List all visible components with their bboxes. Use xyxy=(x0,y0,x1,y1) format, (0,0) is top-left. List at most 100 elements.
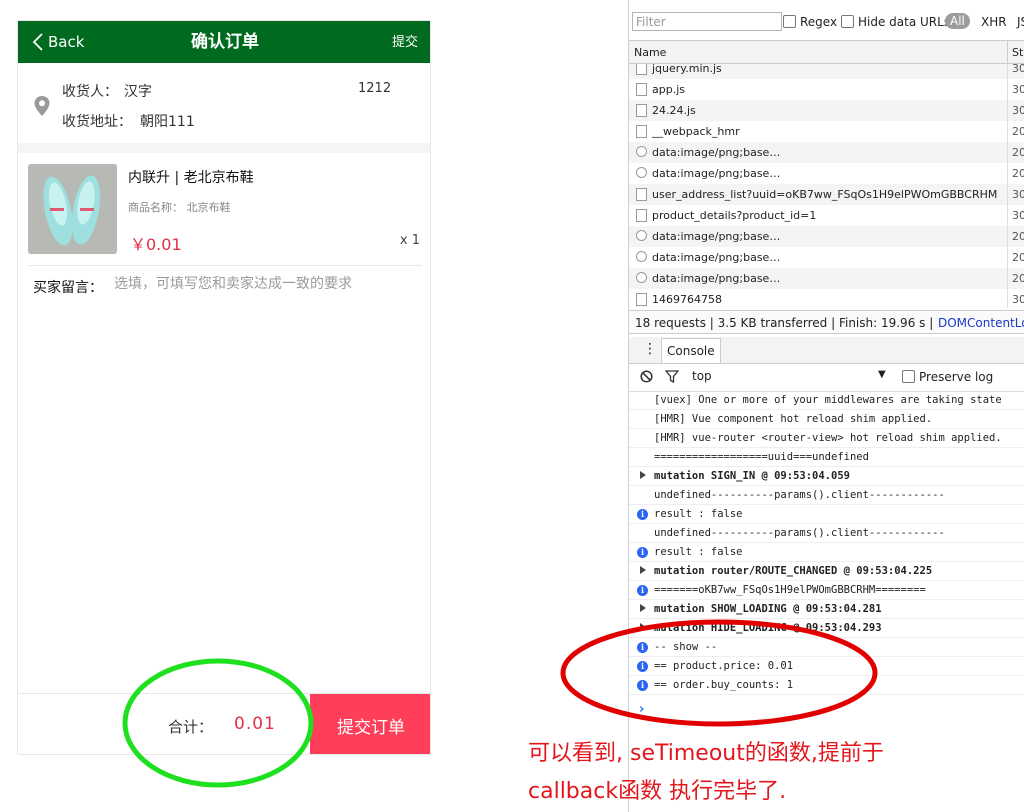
console-group-row[interactable]: mutation SIGN_IN @ 09:53:04.059 xyxy=(629,468,1024,486)
request-name: data:image/png;base… xyxy=(652,251,781,264)
document-file-icon xyxy=(636,125,647,138)
filter-all-button[interactable]: All xyxy=(945,13,970,29)
address-value: 朝阳111 xyxy=(140,114,195,130)
request-status: 30 xyxy=(1012,64,1024,75)
address-label: 收货地址： xyxy=(62,114,132,130)
console-message-text: [HMR] Vue component hot reload shim appl… xyxy=(654,413,933,425)
network-request-row[interactable]: jquery.min.js 30 xyxy=(629,64,1024,79)
checkbox-box[interactable] xyxy=(841,15,854,28)
buyer-message-input[interactable] xyxy=(112,275,416,293)
network-filter-input[interactable] xyxy=(632,12,782,31)
request-name: jquery.min.js xyxy=(652,64,722,75)
column-divider xyxy=(1007,41,1008,63)
request-name: __webpack_hmr xyxy=(652,125,740,138)
console-message-text: [HMR] vue-router <router-view> hot reloa… xyxy=(654,432,1002,444)
checkbox-box[interactable] xyxy=(783,15,796,28)
document-file-icon xyxy=(636,104,647,117)
annotation-line-2: callback函数 执行完毕了. xyxy=(528,779,787,804)
document-file-icon xyxy=(636,83,647,96)
network-request-row[interactable]: user_address_list?uuid=oKB7ww_FSqOs1H9el… xyxy=(629,184,1024,205)
request-name: app.js xyxy=(652,83,685,96)
console-log-row: ==================uuid===undefined xyxy=(629,449,1024,467)
app-header: Back 确认订单 提交 xyxy=(18,21,430,63)
document-file-icon xyxy=(636,293,647,306)
console-group-row[interactable]: mutation router/ROUTE_CHANGED @ 09:53:04… xyxy=(629,563,1024,581)
info-icon: i xyxy=(637,509,648,520)
network-request-row[interactable]: data:image/png;base… 20 xyxy=(629,247,1024,268)
column-divider xyxy=(1007,205,1008,226)
checkbox-box[interactable] xyxy=(902,370,915,383)
request-name: product_details?product_id=1 xyxy=(652,209,817,222)
expand-triangle-icon[interactable] xyxy=(640,471,646,479)
filter-js-button[interactable]: JS xyxy=(1017,15,1024,29)
tab-console[interactable]: Console xyxy=(661,338,721,363)
console-message-text: mutation SIGN_IN @ 09:53:04.059 xyxy=(654,470,850,482)
console-log-row: [HMR] Vue component hot reload shim appl… xyxy=(629,411,1024,429)
context-selector[interactable]: top xyxy=(692,369,712,383)
column-divider xyxy=(1007,100,1008,121)
column-divider xyxy=(1007,142,1008,163)
shipping-address-card[interactable] xyxy=(18,63,430,144)
product-price: ￥0.01 xyxy=(130,235,182,254)
product-image xyxy=(28,164,117,254)
filter-xhr-button[interactable]: XHR xyxy=(981,15,1007,29)
network-request-row[interactable]: app.js 30 xyxy=(629,79,1024,100)
caret-down-icon[interactable]: ▼ xyxy=(878,369,886,380)
network-request-row[interactable]: data:image/png;base… 20 xyxy=(629,226,1024,247)
network-request-row[interactable]: product_details?product_id=1 30 xyxy=(629,205,1024,226)
dom-content-loaded: DOMContentLo xyxy=(938,316,1024,330)
request-status: 30 xyxy=(1012,293,1024,306)
page-title: 确认订单 xyxy=(191,32,259,52)
network-request-row[interactable]: data:image/png;base… 20 xyxy=(629,142,1024,163)
regex-checkbox[interactable]: Regex xyxy=(783,15,837,29)
request-name: 24.24.js xyxy=(652,104,696,117)
console-message-text: [vuex] One or more of your middlewares a… xyxy=(654,394,1002,406)
network-toolbar: Regex Hide data URLs All XHR JS xyxy=(629,8,1024,36)
console-log-row: i =======oKB7ww_FSqOs1H9elPWOmGBBCRHM====… xyxy=(629,582,1024,600)
submit-order-button[interactable]: 提交订单 xyxy=(310,694,430,754)
console-message-text: ==================uuid===undefined xyxy=(654,451,869,463)
request-status: 20 xyxy=(1012,125,1024,138)
console-toolbar: top ▼ Preserve log xyxy=(629,363,1024,392)
preserve-log-checkbox[interactable]: Preserve log xyxy=(902,370,993,384)
network-request-row[interactable]: data:image/png;base… 20 xyxy=(629,163,1024,184)
product-title: 内联升 | 老北京布鞋 xyxy=(128,170,254,186)
expand-triangle-icon[interactable] xyxy=(640,566,646,574)
clear-console-icon[interactable] xyxy=(640,370,653,383)
request-name: user_address_list?uuid=oKB7ww_FSqOs1H9el… xyxy=(652,188,998,201)
request-name: data:image/png;base… xyxy=(652,272,781,285)
network-request-row[interactable]: 1469764758 30 xyxy=(629,289,1024,308)
network-request-row[interactable]: __webpack_hmr 20 xyxy=(629,121,1024,142)
column-divider xyxy=(1007,184,1008,205)
hide-data-urls-label: Hide data URLs xyxy=(858,15,951,29)
console-message-text: result : false xyxy=(654,508,743,520)
shoes-image xyxy=(28,164,117,254)
request-name: data:image/png;base… xyxy=(652,167,781,180)
network-request-row[interactable]: 24.24.js 30 xyxy=(629,100,1024,121)
console-message-text: undefined----------params().client------… xyxy=(654,489,945,501)
status-column-header[interactable]: Sta xyxy=(1012,46,1024,59)
buyer-message-label: 买家留言： xyxy=(33,280,103,296)
filter-icon[interactable] xyxy=(665,370,679,383)
hide-data-urls-checkbox[interactable]: Hide data URLs xyxy=(841,15,950,29)
column-divider xyxy=(1007,121,1008,142)
request-status: 30 xyxy=(1012,104,1024,117)
network-table-header: Name Sta xyxy=(629,40,1024,64)
info-icon: i xyxy=(637,547,648,558)
annotation-note: 可以看到, seTimeout的函数,提前于 callback函数 执行完毕了. xyxy=(528,735,1008,811)
document-file-icon xyxy=(636,209,647,222)
console-log-row: undefined----------params().client------… xyxy=(629,525,1024,543)
console-message-text: mutation SHOW_LOADING @ 09:53:04.281 xyxy=(654,603,882,615)
more-options-icon[interactable]: ⋮ xyxy=(643,342,657,356)
column-divider xyxy=(1007,268,1008,289)
expand-triangle-icon[interactable] xyxy=(640,604,646,612)
column-divider xyxy=(1007,226,1008,247)
network-request-row[interactable]: data:image/png;base… 20 xyxy=(629,268,1024,289)
name-column-header[interactable]: Name xyxy=(634,46,666,59)
header-submit-button[interactable]: 提交 xyxy=(392,21,418,63)
annotation-line-1: 可以看到, seTimeout的函数,提前于 xyxy=(528,741,884,766)
column-divider xyxy=(1007,247,1008,268)
request-name: data:image/png;base… xyxy=(652,230,781,243)
document-file-icon xyxy=(636,188,647,201)
network-request-list: jquery.min.js 30 app.js 30 24.24.js 30 __webpa… xyxy=(629,64,1024,308)
